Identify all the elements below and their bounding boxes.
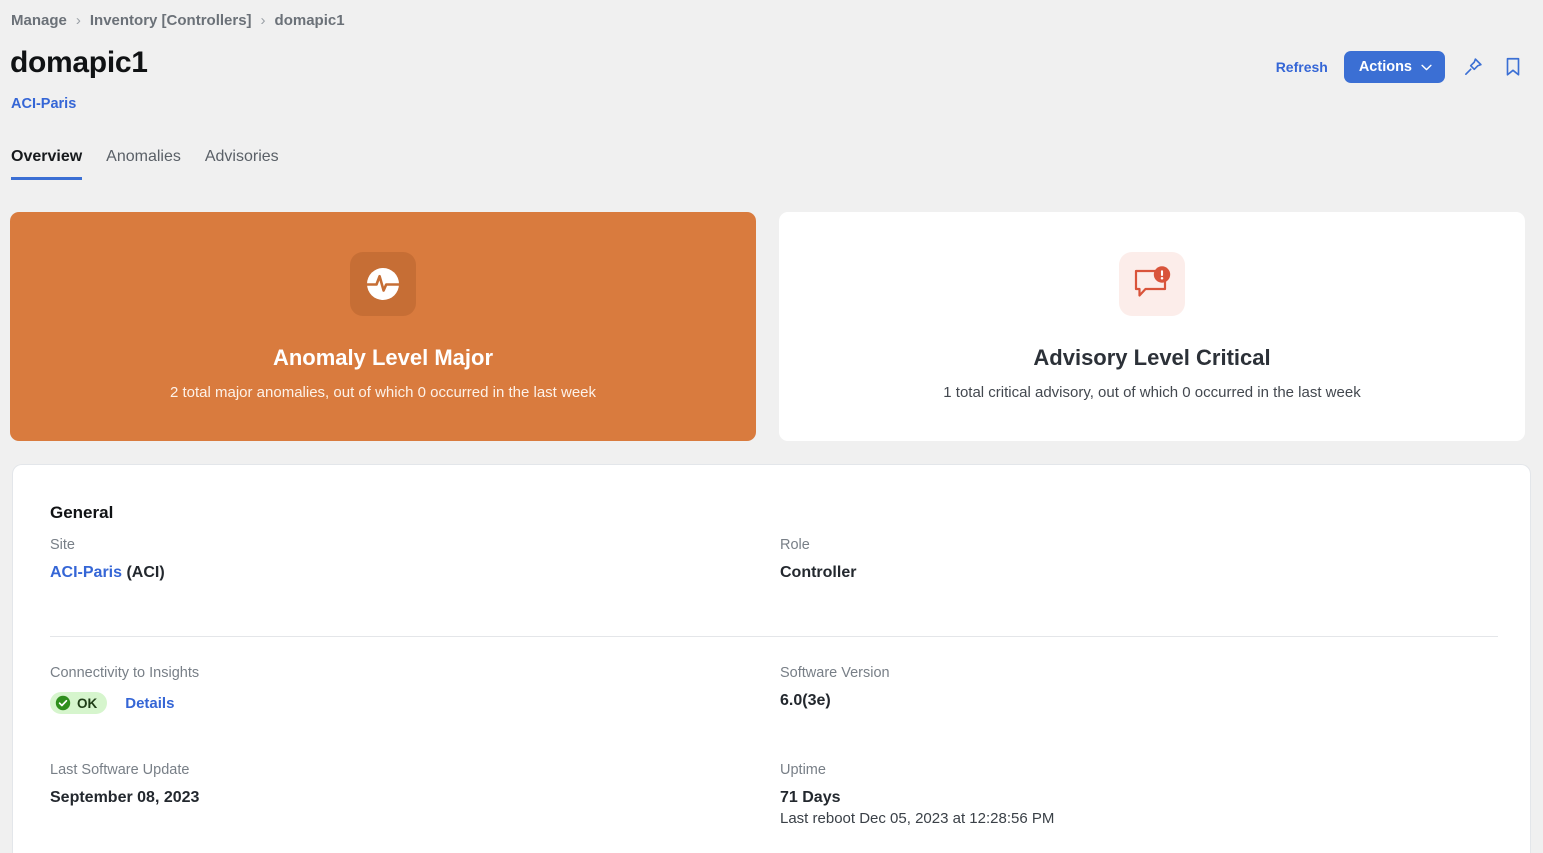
field-site: Site ACI-Paris (ACI): [50, 537, 780, 592]
tab-bar: Overview Anomalies Advisories: [11, 148, 279, 180]
refresh-button[interactable]: Refresh: [1276, 59, 1328, 75]
field-role-value: Controller: [780, 564, 857, 581]
actions-button-label: Actions: [1358, 59, 1412, 75]
row-spacer: [50, 837, 780, 853]
breadcrumb-separator-icon: ›: [75, 12, 81, 29]
row-spacer: [50, 724, 780, 762]
advisory-card-subtitle: 1 total critical advisory, out of which …: [943, 384, 1361, 401]
pulse-icon: [365, 268, 401, 300]
field-last-software-update-label: Last Software Update: [50, 762, 190, 778]
advisory-summary-card[interactable]: Advisory Level Critical 1 total critical…: [779, 212, 1525, 441]
section-divider: [50, 636, 1498, 637]
bookmark-button[interactable]: [1501, 55, 1525, 79]
advisory-icon-container: [1119, 252, 1185, 316]
bookmark-icon: [1506, 57, 1520, 76]
row-spacer: [50, 592, 780, 630]
field-software-version-label: Software Version: [780, 665, 890, 681]
breadcrumb-item-current[interactable]: domapic1: [275, 12, 345, 29]
advisory-alert-icon: [1134, 266, 1171, 297]
chevron-down-icon: [1421, 64, 1432, 70]
page-title: domapic1: [10, 46, 148, 79]
connectivity-status-row: OK Details: [50, 692, 780, 714]
breadcrumb-item-inventory[interactable]: Inventory [Controllers]: [90, 12, 252, 29]
status-badge-label: OK: [77, 695, 98, 711]
tab-advisories[interactable]: Advisories: [205, 148, 279, 180]
anomaly-summary-card[interactable]: Anomaly Level Major 2 total major anomal…: [10, 212, 756, 441]
general-section-title: General: [50, 503, 114, 522]
tab-overview[interactable]: Overview: [11, 148, 83, 180]
site-link[interactable]: ACI-Paris: [50, 564, 122, 581]
field-role: Role Controller: [780, 537, 1498, 592]
field-uptime-last-reboot: Last reboot Dec 05, 2023 at 12:28:56 PM: [780, 810, 1055, 827]
row-spacer: [780, 837, 1498, 853]
row-spacer: [780, 592, 1498, 630]
pin-icon: [1465, 58, 1482, 75]
anomaly-card-title: Anomaly Level Major: [272, 345, 494, 370]
general-panel: General Site ACI-Paris (ACI) Role Contro…: [12, 464, 1531, 853]
field-last-software-update: Last Software Update September 08, 2023: [50, 762, 780, 837]
status-badge: OK: [50, 692, 108, 714]
tab-anomalies[interactable]: Anomalies: [106, 148, 181, 180]
connectivity-details-link[interactable]: Details: [125, 695, 174, 712]
field-role-label: Role: [780, 537, 810, 553]
field-uptime-value: 71 Days: [780, 789, 841, 806]
field-last-software-update-value: September 08, 2023: [50, 789, 200, 806]
field-uptime-label: Uptime: [780, 762, 826, 778]
check-circle-icon: [55, 695, 71, 711]
breadcrumb: Manage › Inventory [Controllers] › domap…: [11, 12, 345, 29]
field-site-value: ACI-Paris (ACI): [50, 564, 780, 582]
page-subtitle-site-link[interactable]: ACI-Paris: [11, 96, 76, 112]
field-connectivity-label: Connectivity to Insights: [50, 665, 200, 681]
anomaly-icon-container: [350, 252, 416, 316]
advisory-card-title: Advisory Level Critical: [1033, 345, 1271, 370]
pin-button[interactable]: [1461, 55, 1485, 79]
site-suffix: (ACI): [122, 564, 165, 581]
field-software-version-value: 6.0(3e): [780, 692, 831, 709]
field-site-label: Site: [50, 537, 75, 553]
header-actions: Refresh Actions: [1276, 51, 1525, 83]
field-software-version: Software Version 6.0(3e): [780, 665, 1498, 724]
breadcrumb-separator-icon: ›: [260, 12, 266, 29]
anomaly-card-subtitle: 2 total major anomalies, out of which 0 …: [169, 384, 597, 401]
general-field-grid: Site ACI-Paris (ACI) Role Controller Con…: [50, 537, 1498, 853]
field-connectivity: Connectivity to Insights OK Details: [50, 665, 780, 724]
breadcrumb-item-manage[interactable]: Manage: [11, 12, 67, 29]
page-root: Manage › Inventory [Controllers] › domap…: [0, 0, 1543, 853]
summary-cards: Anomaly Level Major 2 total major anomal…: [10, 212, 1525, 441]
row-spacer: [780, 724, 1498, 762]
field-uptime: Uptime 71 Days Last reboot Dec 05, 2023 …: [780, 762, 1498, 837]
actions-button[interactable]: Actions: [1343, 51, 1445, 83]
